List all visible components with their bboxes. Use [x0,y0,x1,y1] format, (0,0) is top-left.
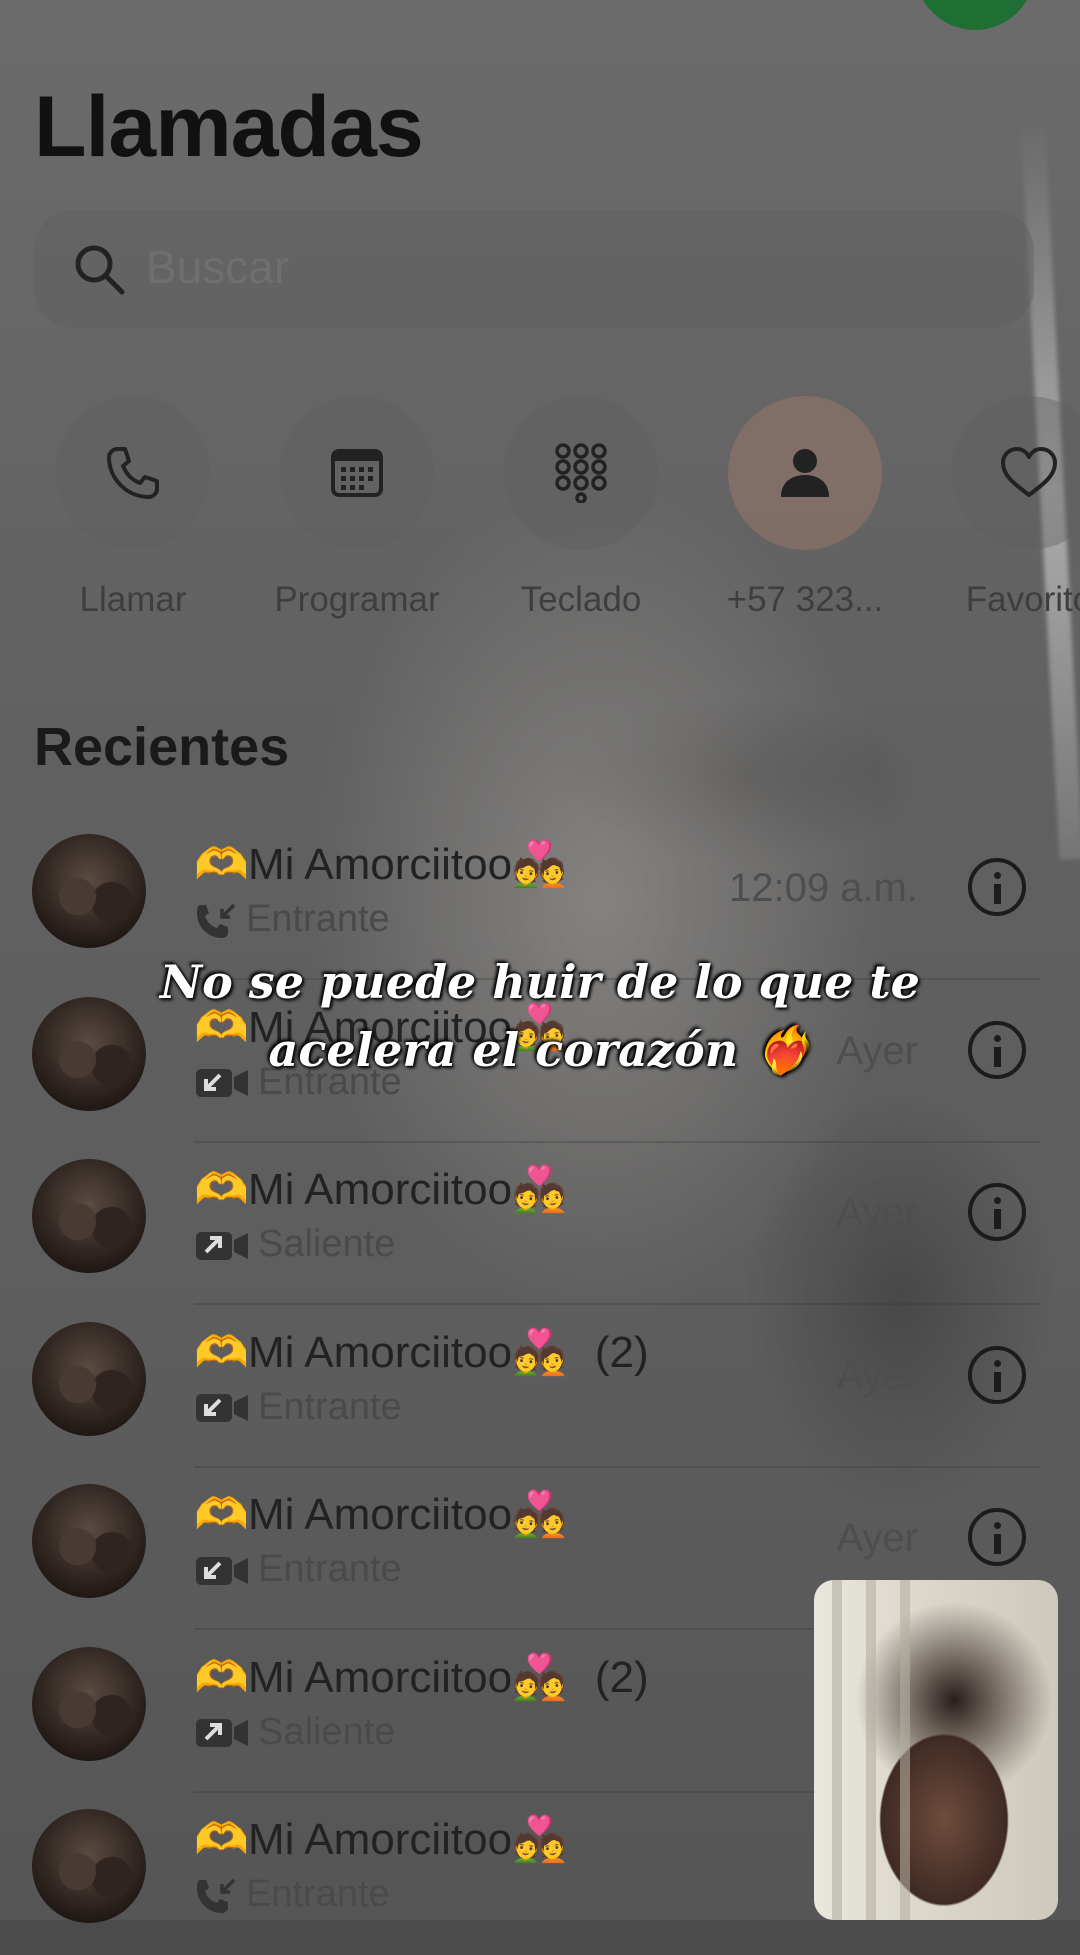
couple-emoji-icon: 💑 [512,1165,567,1214]
info-icon[interactable] [968,1183,1026,1241]
quick-actions: Llamar Programar Teclado +57 323... Favo… [0,396,1080,636]
call-type: Entrante [194,1548,402,1591]
call-type-label: Saliente [258,1710,396,1753]
heart-hands-emoji-icon: 🫶 [194,1815,249,1864]
call-count: (2) [594,1652,649,1702]
phone-incoming-icon [197,903,236,938]
call-type: Saliente [194,1223,395,1266]
self-view-video[interactable] [814,1580,1058,1920]
curtain-stripe [866,1580,876,1920]
avatar[interactable] [32,1159,146,1273]
avatar[interactable] [32,834,146,948]
heart-hands-emoji-icon: 🫶 [194,1327,249,1377]
info-icon[interactable] [968,1345,1026,1404]
calendar-icon [331,449,383,497]
video-incoming-icon [196,1556,248,1585]
contact-name: 🫶Mi Amorciitoo💑 [194,1163,567,1215]
action-label: +57 323... [726,580,884,619]
curtain-stripe [900,1580,910,1920]
calls-screen: Llamadas Buscar Llamar Programar Teclado… [0,0,1080,1923]
couple-emoji-icon: 💑 [512,840,567,889]
call-count: (2) [594,1327,649,1377]
couple-emoji-icon: 💑 [512,1815,567,1864]
contact-name: 🫶Mi Amorciitoo💑 [194,1488,567,1540]
avatar[interactable] [32,1809,146,1923]
call-type: Entrante [194,1873,390,1916]
call-indicator-pill[interactable] [915,0,1035,30]
curtain-stripe [832,1580,842,1920]
video-outgoing-icon [196,1719,248,1748]
action-label: Teclado [520,580,642,619]
action-keypad[interactable]: Teclado [481,396,681,620]
phone-icon [107,447,159,499]
call-time: Ayer [836,1191,918,1235]
contact-name-text: Mi Amorciitoo [248,840,513,889]
heart-icon [1001,447,1057,497]
contact-name-text: Mi Amorciitoo [248,1490,513,1539]
contact-name: 🫶Mi Amorciitoo💑 (2) [194,1326,649,1378]
action-favorites[interactable]: Favorito [929,396,1080,620]
avatar[interactable] [32,1484,146,1598]
heart-hands-emoji-icon: 🫶 [194,1490,249,1539]
action-label: Favorito [965,580,1080,619]
action-label: Programar [274,580,440,619]
call-type-label: Entrante [246,1873,390,1915]
couple-emoji-icon: 💑 [512,1490,567,1539]
contact-name-text: Mi Amorciitoo [248,1815,513,1864]
info-icon[interactable] [968,1508,1026,1566]
info-icon[interactable] [968,858,1026,916]
video-incoming-icon [196,1394,248,1423]
recents-heading: Recientes [34,717,290,777]
action-call[interactable]: Llamar [33,396,233,620]
heart-hands-emoji-icon: 🫶 [194,840,249,889]
phone-incoming-icon [197,1878,236,1913]
contact-name-text: Mi Amorciitoo [248,1652,513,1702]
action-label: Llamar [79,580,187,619]
call-type-label: Entrante [246,898,390,940]
action-keypad-button[interactable] [504,396,658,550]
contact-name: 🫶Mi Amorciitoo💑 (2) [194,1651,649,1703]
search-input[interactable]: Buscar [146,240,289,294]
contact-name: 🫶Mi Amorciitoo💑 [194,1813,567,1865]
action-schedule[interactable]: Programar [257,396,457,620]
recent-call-row[interactable]: 🫶Mi Amorciitoo💑 Saliente Ayer [0,1143,1080,1305]
call-type: Entrante [194,898,390,941]
search-bar[interactable]: Buscar [34,210,1034,328]
contact-name: 🫶Mi Amorciitoo💑 [194,838,567,890]
avatar[interactable] [32,1321,146,1436]
keypad-icon [555,443,607,503]
recent-call-row[interactable]: 🫶Mi Amorciitoo💑 (2) Entrante Ayer [0,1306,1080,1468]
heart-hands-emoji-icon: 🫶 [194,1652,249,1702]
heart-hands-emoji-icon: 🫶 [194,1165,249,1214]
call-type-label: Entrante [258,1548,402,1590]
video-outgoing-icon [196,1231,248,1260]
search-icon [75,245,125,295]
couple-emoji-icon: 💑 [512,1652,567,1702]
action-favorites-button[interactable] [952,396,1080,550]
call-type-label: Entrante [258,1385,402,1428]
caption-line-2: acelera el corazón ❤️‍🔥 [268,1023,812,1077]
page-title: Llamadas [34,79,424,175]
call-type: Saliente [194,1711,395,1754]
call-time: Ayer [836,1353,918,1398]
call-type: Entrante [194,1386,402,1429]
action-contact-button[interactable] [728,396,882,550]
action-schedule-button[interactable] [280,396,434,550]
avatar[interactable] [32,1646,146,1761]
action-contact[interactable]: +57 323... [705,396,905,620]
overlay-caption: No se puede huir de lo que te acelera el… [0,948,1080,1084]
couple-emoji-icon: 💑 [512,1327,567,1377]
call-time: Ayer [836,1516,918,1560]
call-type-label: Saliente [258,1223,396,1265]
caption-line-1: No se puede huir de lo que te [160,955,920,1009]
person-icon [781,449,829,497]
call-time: 12:09 a.m. [728,866,918,910]
action-call-button[interactable] [56,396,210,550]
contact-name-text: Mi Amorciitoo [248,1165,513,1214]
contact-name-text: Mi Amorciitoo [248,1327,513,1377]
